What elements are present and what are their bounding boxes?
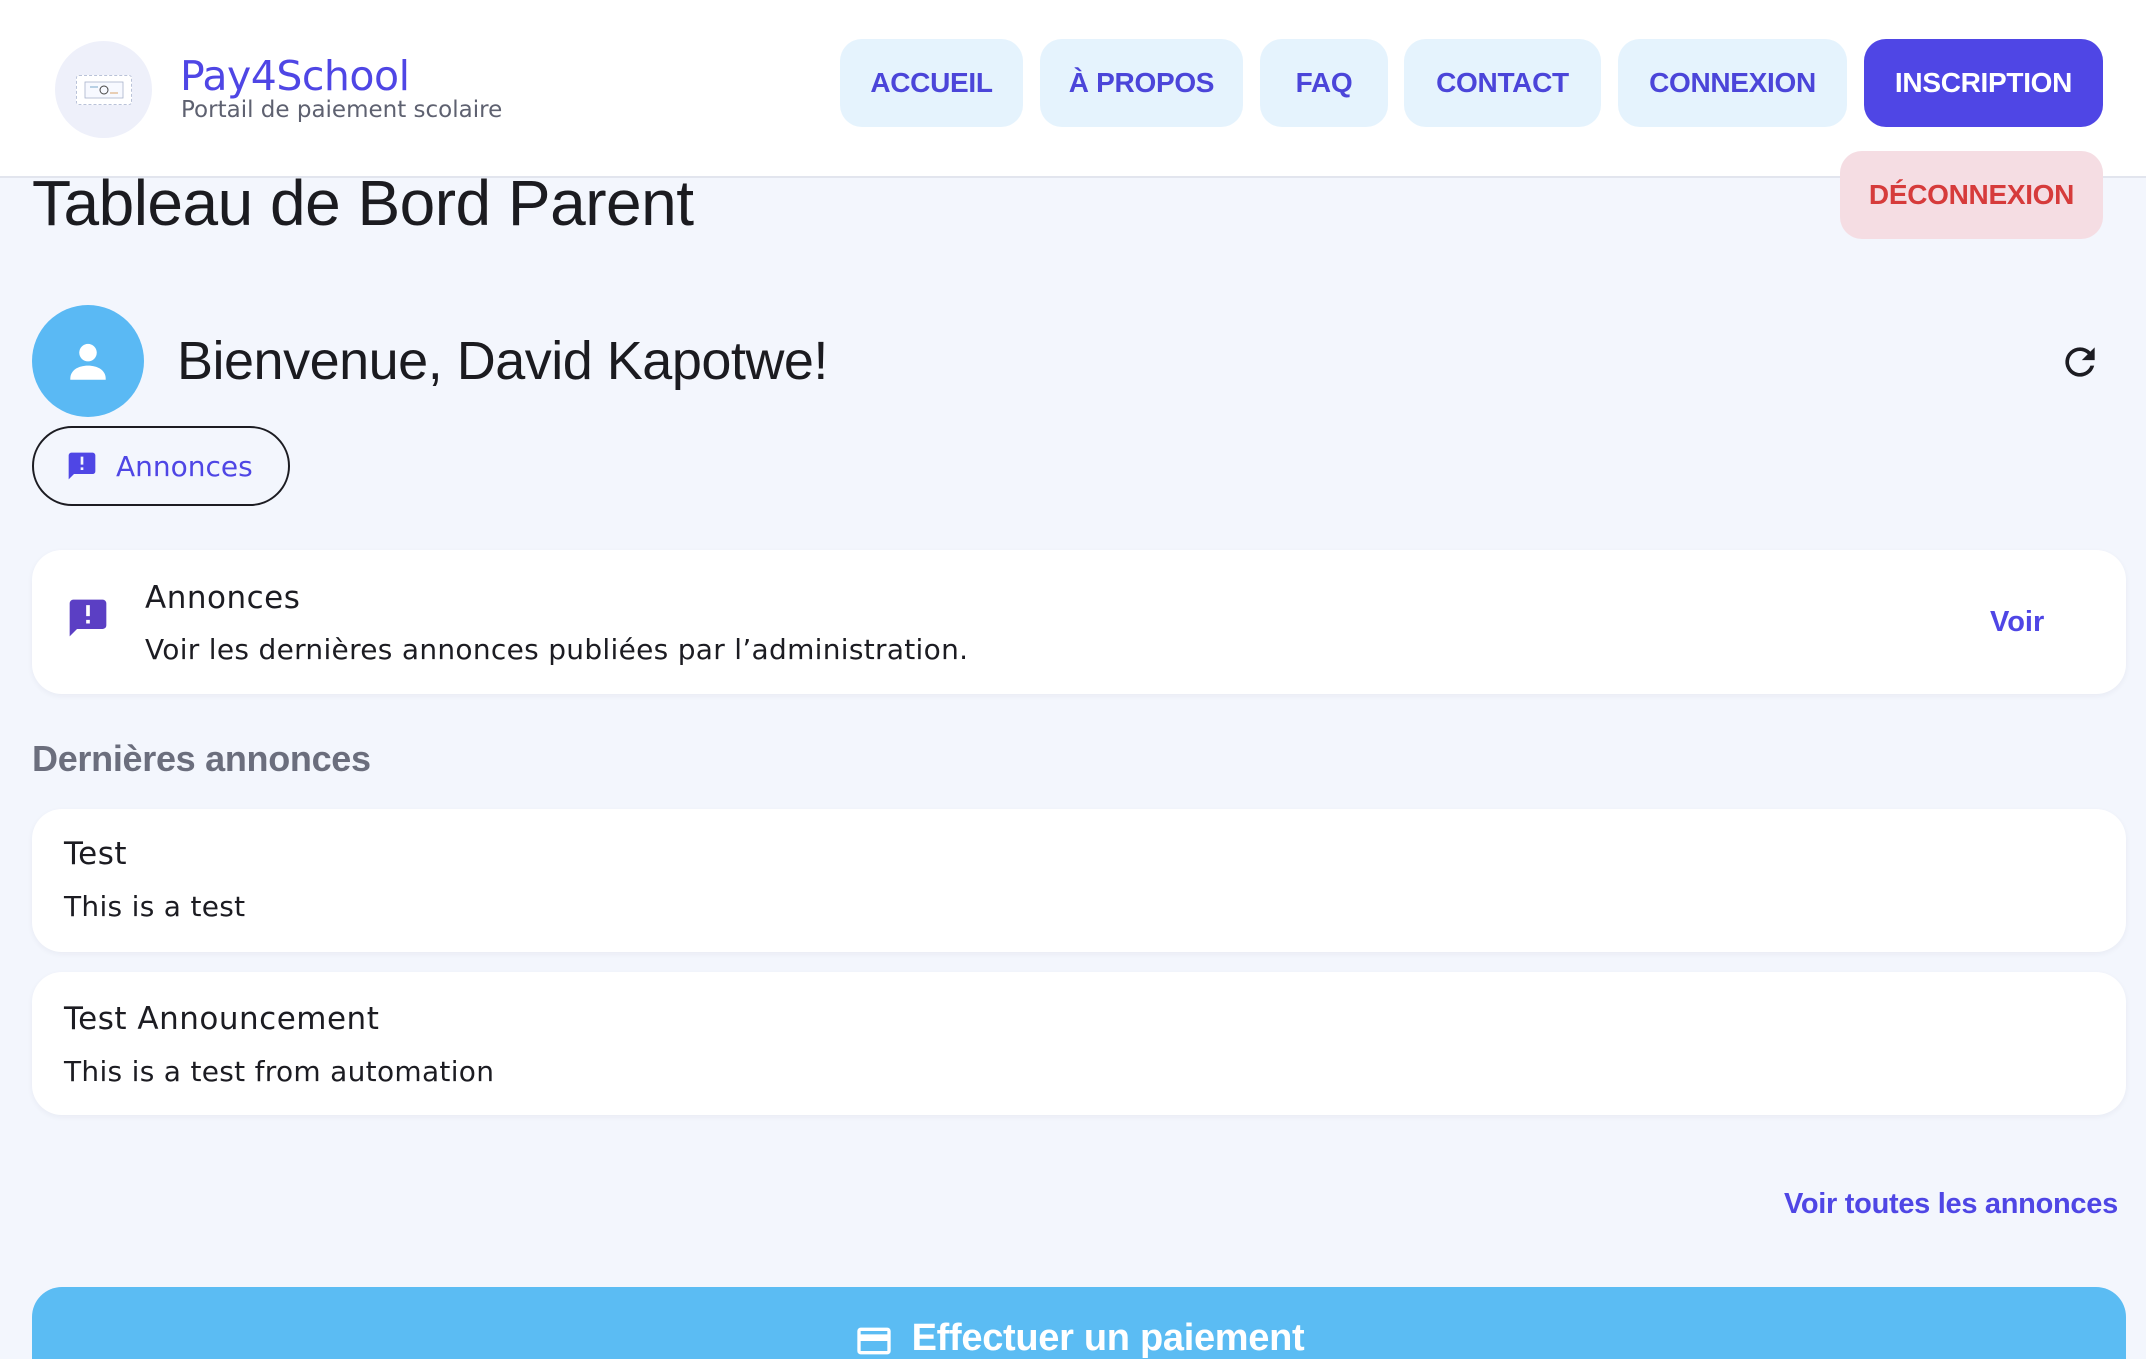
announcements-chip[interactable]: Annonces: [32, 426, 290, 506]
make-payment-label: Effectuer un paiement: [911, 1317, 1305, 1359]
welcome-heading: Bienvenue, David Kapotwe!: [177, 331, 828, 391]
view-announcements-link[interactable]: Voir: [1990, 606, 2044, 639]
nav-contact-button[interactable]: CONTACT: [1404, 39, 1601, 127]
list-item[interactable]: Test This is a test: [32, 809, 2126, 952]
announcement-body: This is a test from automation: [64, 1055, 495, 1088]
credit-card-icon: [856, 1327, 891, 1355]
make-payment-button[interactable]: Effectuer un paiement: [32, 1287, 2126, 1359]
summary-card-text: Voir les dernières annonces publiées par…: [145, 633, 969, 666]
nav-accueil-button[interactable]: ACCUEIL: [840, 39, 1023, 127]
latest-announcements-heading: Dernières annonces: [32, 738, 371, 779]
list-item[interactable]: Test Announcement This is a test from au…: [32, 972, 2126, 1115]
logout-button[interactable]: DÉCONNEXION: [1840, 151, 2103, 239]
nav-inscription-button[interactable]: INSCRIPTION: [1864, 39, 2103, 127]
logo-graphic-icon: [84, 81, 123, 98]
brand-name[interactable]: Pay4School: [180, 52, 410, 100]
announcement-body: This is a test: [64, 890, 246, 923]
person-icon: [70, 343, 106, 380]
refresh-icon[interactable]: [2058, 340, 2102, 384]
summary-card-title: Annonces: [145, 580, 301, 616]
top-header: Pay4School Portail de paiement scolaire …: [0, 0, 2146, 178]
nav-faq-button[interactable]: FAQ: [1260, 39, 1388, 127]
nav-connexion-button[interactable]: CONNEXION: [1618, 39, 1847, 127]
nav-a-propos-button[interactable]: À PROPOS: [1040, 39, 1243, 127]
logo-image: [75, 74, 132, 105]
announcements-chip-label: Annonces: [116, 449, 253, 483]
brand-tagline: Portail de paiement scolaire: [181, 97, 503, 123]
announcement-icon: [69, 599, 107, 637]
announcement-title: Test Announcement: [64, 1001, 380, 1037]
announcement-icon: [68, 452, 96, 480]
avatar: [32, 305, 144, 417]
logo[interactable]: [55, 41, 152, 138]
announcement-title: Test: [64, 836, 128, 872]
announcements-summary-card[interactable]: Annonces Voir les dernières annonces pub…: [32, 550, 2126, 694]
see-all-announcements-link[interactable]: Voir toutes les annonces: [1784, 1188, 2118, 1221]
